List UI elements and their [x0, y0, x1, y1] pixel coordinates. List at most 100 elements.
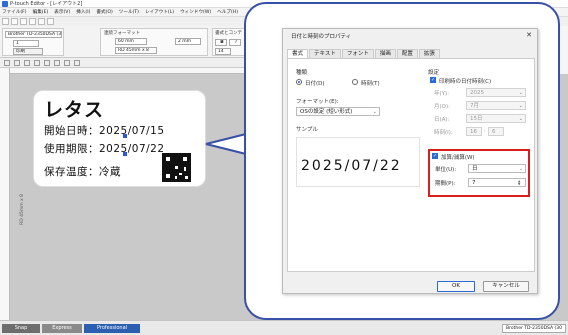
- time-separator: :: [484, 128, 486, 134]
- month-select[interactable]: 7月 ⌄: [466, 101, 526, 110]
- label-title[interactable]: レタス: [44, 95, 104, 122]
- format-select[interactable]: OSの設定 (短い形式) ⌄: [296, 107, 380, 116]
- tab-font[interactable]: フォント: [341, 49, 374, 58]
- kind-label: 種類: [296, 70, 308, 76]
- printer-select[interactable]: Brother TD-2350DSA (300 dpi): [5, 31, 62, 38]
- tab-draw[interactable]: 描画: [374, 49, 396, 58]
- cancel-button[interactable]: キャンセル: [483, 281, 529, 292]
- image-tool-icon[interactable]: [44, 59, 50, 66]
- professional-label: Professional: [96, 325, 128, 331]
- menu-tools[interactable]: ツール(T): [119, 9, 139, 15]
- addsub-checkbox[interactable]: ✓: [432, 153, 438, 159]
- menu-window[interactable]: ウィンドウ(W): [180, 9, 211, 15]
- spinner-arrows-icon[interactable]: ▲ ▼: [518, 180, 523, 186]
- font-size-field[interactable]: 14: [215, 48, 231, 55]
- dialog-tabs: 書式 テキスト フォント 描画 配置 拡張: [287, 49, 441, 58]
- table-tool-icon[interactable]: [64, 59, 70, 66]
- print-time-label[interactable]: 印刷時の日付時刻(C): [439, 77, 491, 85]
- menu-help[interactable]: ヘルプ(H): [217, 9, 238, 15]
- line-tool-icon[interactable]: [24, 59, 30, 66]
- tab-text[interactable]: テキスト: [309, 49, 341, 58]
- preview-icon[interactable]: [38, 18, 45, 25]
- tab-extended[interactable]: 拡張: [418, 49, 440, 58]
- media-select[interactable]: RD 45mm x 8: [115, 47, 157, 54]
- mode-snap[interactable]: Snap: [2, 324, 40, 333]
- mode-express[interactable]: Express: [42, 324, 82, 333]
- menu-file[interactable]: ファイル(F): [2, 9, 27, 15]
- minute-field[interactable]: 6: [488, 127, 504, 136]
- time-label: 時刻(I):: [434, 130, 453, 136]
- year-label: 年(Y):: [434, 91, 450, 97]
- rect-tool-icon[interactable]: [34, 59, 40, 66]
- sample-label: サンプル: [296, 127, 318, 133]
- unit-value: 日: [472, 166, 478, 172]
- selection-handle-icon[interactable]: [123, 134, 127, 138]
- clock-tool-icon[interactable]: [74, 59, 80, 66]
- mode-professional[interactable]: Professional: [84, 324, 140, 333]
- save-icon[interactable]: [20, 18, 27, 25]
- menu-format[interactable]: 書式(O): [96, 9, 112, 15]
- label-preview[interactable]: レタス 開始日時：2025/07/15 使用期限：2025/07/22 保存温度…: [33, 90, 206, 187]
- addsub-highlight: ✓ 加算/減算(W) 単位(U): 日 ⌄ 期間(P): 7 ▲ ▼: [428, 149, 530, 197]
- period-value: 7: [472, 180, 476, 186]
- unit-label: 単位(U):: [435, 167, 457, 173]
- date-radio-label[interactable]: 日付(D): [305, 79, 325, 87]
- label-storage[interactable]: 保存温度：冷蔵: [44, 164, 121, 179]
- ok-button[interactable]: OK: [437, 281, 475, 292]
- qr-code[interactable]: [162, 153, 191, 182]
- menu-view[interactable]: 表示(V): [54, 9, 70, 15]
- chevron-down-icon: ⌄: [518, 166, 523, 172]
- window-title: P-touch Editor - [レイアウト2]: [10, 1, 83, 7]
- status-bar: Snap Express Professional Brother TD-235…: [0, 320, 568, 335]
- hour-field[interactable]: 16: [466, 127, 482, 136]
- year-select[interactable]: 2025 ⌄: [466, 88, 526, 97]
- chevron-down-icon: ⌄: [372, 109, 377, 115]
- dialog-title: 日付と時刻のプロパティ: [291, 34, 352, 40]
- time-radio-label[interactable]: 時刻(T): [361, 79, 380, 87]
- day-select[interactable]: 15日 ⌄: [466, 114, 526, 123]
- cut-icon[interactable]: [47, 18, 54, 25]
- paper-panel: 連続フォーマット 60 mm 2 mm RD 45mm x 8: [100, 28, 208, 56]
- chevron-down-icon: ⌄: [518, 116, 523, 122]
- month-label: 月(O):: [434, 104, 450, 110]
- margin-field[interactable]: 2 mm: [175, 38, 201, 45]
- italic-button[interactable]: I: [229, 39, 241, 46]
- open-icon[interactable]: [11, 18, 18, 25]
- print-icon[interactable]: [29, 18, 36, 25]
- date-radio[interactable]: [296, 79, 302, 85]
- select-tool-icon[interactable]: [4, 59, 10, 66]
- format-label: フォーマット(E):: [296, 99, 339, 105]
- barcode-tool-icon[interactable]: [54, 59, 60, 66]
- period-stepper[interactable]: 7 ▲ ▼: [468, 178, 526, 187]
- label-expiry-date[interactable]: 使用期限：2025/07/22: [44, 141, 165, 156]
- unit-select[interactable]: 日 ⌄: [468, 164, 526, 173]
- status-printer[interactable]: Brother TD-2350DSA (30: [502, 324, 566, 333]
- period-label: 期間(P):: [435, 181, 456, 187]
- width-field[interactable]: 60 mm: [115, 38, 147, 45]
- time-radio[interactable]: [352, 79, 358, 85]
- bold-button[interactable]: B: [215, 39, 227, 46]
- datetime-properties-dialog: 日付と時刻のプロパティ ✕ 書式 テキスト フォント 描画 配置 拡張 種類 日…: [282, 28, 538, 294]
- menu-layout[interactable]: レイアウト(L): [145, 9, 174, 15]
- print-time-checkbox[interactable]: ✓: [430, 77, 436, 83]
- sample-value: 2025/07/22: [301, 158, 402, 174]
- menu-insert[interactable]: 挿入(I): [76, 9, 90, 15]
- format-value: OSの設定 (短い形式): [300, 109, 353, 115]
- text-panel: 書式とコンテ B I 14: [212, 28, 248, 56]
- paper-format-label: 連続フォーマット: [104, 31, 140, 36]
- text-tool-icon[interactable]: [14, 59, 20, 66]
- tab-format[interactable]: 書式: [287, 49, 309, 58]
- new-icon[interactable]: [2, 18, 9, 25]
- snap-label: Snap: [14, 325, 28, 331]
- day-value: 15日: [470, 116, 483, 122]
- addsub-label[interactable]: 加算/減算(W): [441, 153, 475, 161]
- tab-layout[interactable]: 配置: [396, 49, 418, 58]
- month-value: 7月: [470, 103, 479, 109]
- close-icon[interactable]: ✕: [526, 31, 532, 39]
- copies-field[interactable]: 1: [13, 40, 39, 47]
- selection-handle-icon[interactable]: [123, 152, 127, 156]
- menu-edit[interactable]: 編集(E): [33, 9, 49, 15]
- print-button[interactable]: 印刷: [13, 48, 43, 55]
- label-start-date[interactable]: 開始日時：2025/07/15: [44, 123, 165, 138]
- chevron-down-icon: ⌄: [518, 90, 523, 96]
